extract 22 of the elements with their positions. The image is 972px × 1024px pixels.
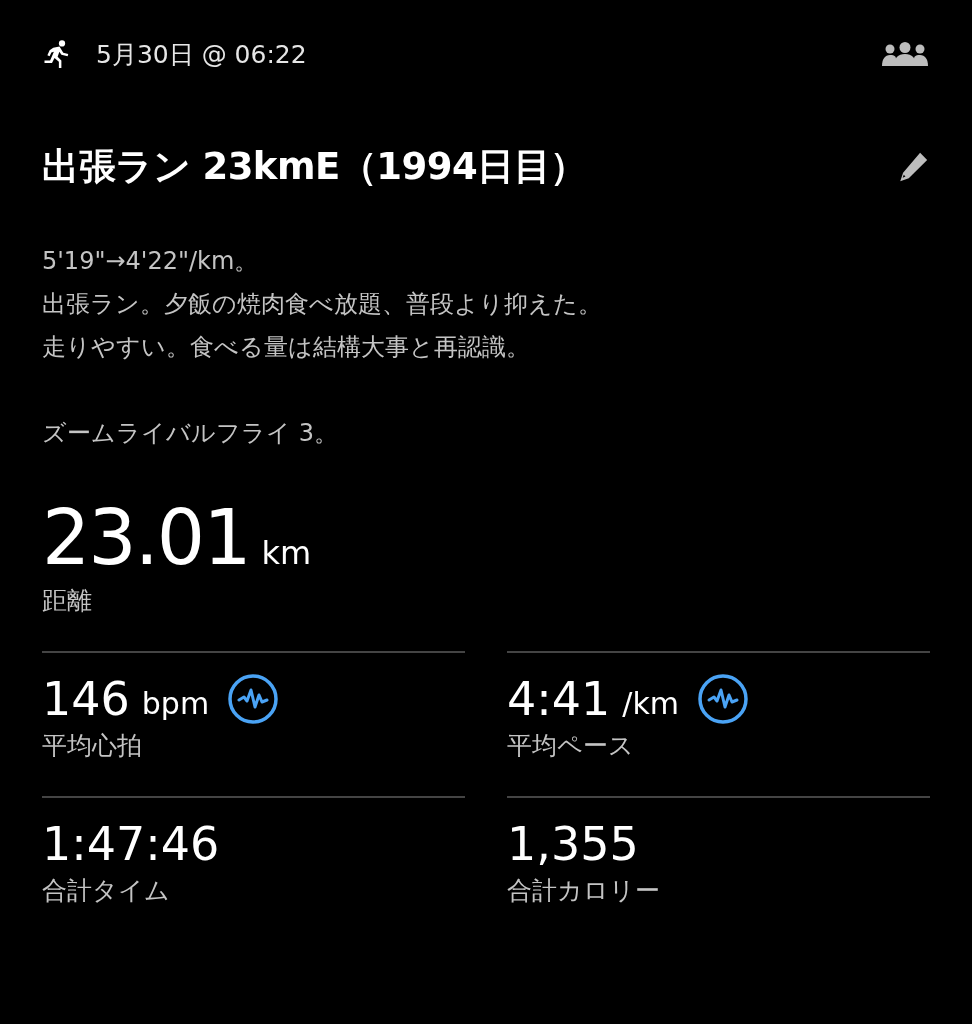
stat-label: 平均ペース xyxy=(507,730,635,762)
stat-unit: bpm xyxy=(141,685,210,721)
stat-label: 合計タイム xyxy=(42,875,171,907)
distance-value: 23.01 xyxy=(42,493,250,582)
heart-rate-chart-icon[interactable] xyxy=(227,673,280,725)
distance-label: 距離 xyxy=(42,585,93,617)
activity-title: 出張ラン 23kmE（1994日目） xyxy=(42,144,587,190)
stat-unit: /km xyxy=(622,685,680,721)
description-line: 5'19"→4'22"/km。 xyxy=(42,246,260,277)
stat-value: 1:47:46 xyxy=(42,817,220,871)
description-line: 走りやすい。食べる量は結構大事と再認識。 xyxy=(42,332,531,363)
group-icon[interactable] xyxy=(880,42,930,66)
description-line: ズームライバルフライ 3。 xyxy=(42,418,339,449)
stat-label: 合計カロリー xyxy=(507,875,661,907)
stat-value: 146 xyxy=(42,672,130,726)
activity-date: 5月30日 @ 06:22 xyxy=(96,38,308,71)
description-line: 出張ラン。夕飯の焼肉食べ放題、普段より抑えた。 xyxy=(42,289,603,320)
distance-unit: km xyxy=(261,534,312,572)
stat-label: 平均心拍 xyxy=(42,730,143,762)
stat-value: 1,355 xyxy=(507,817,639,871)
stat-value: 4:41 xyxy=(507,672,611,726)
heart-rate-chart-icon[interactable] xyxy=(697,673,750,725)
